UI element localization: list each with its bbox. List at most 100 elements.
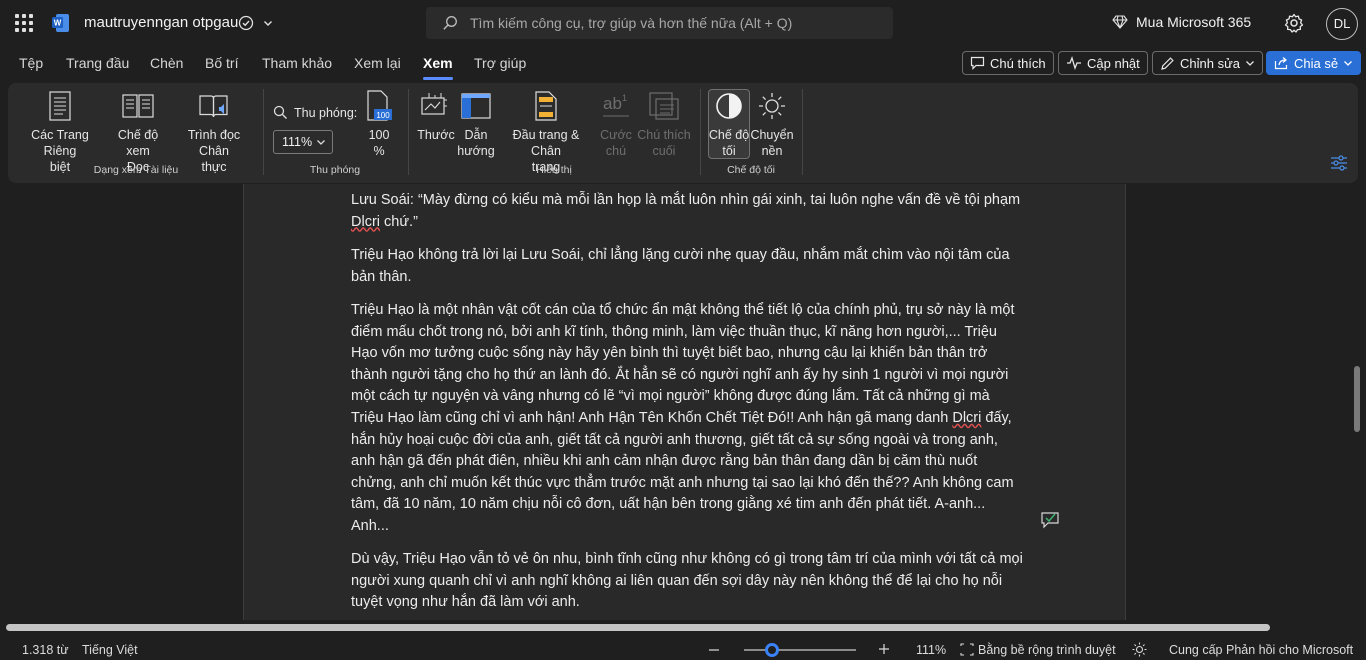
zoom-label-text: Thu phóng: <box>294 105 358 120</box>
immersive-view-button[interactable]: Các Trang Riêng biệt <box>16 89 104 175</box>
endnote-icon <box>649 92 679 120</box>
updates-label: Cập nhật <box>1087 55 1140 71</box>
paragraph-4[interactable]: Dù vậy, Triệu Hạo vẫn tỏ vẻ ôn nhu, bình… <box>351 549 1023 614</box>
header-footer-button[interactable]: Đầu trang & Chân trang <box>496 89 596 175</box>
paragraph-3-text-a: Triệu Hạo là một nhân vật cốt cán của tổ… <box>351 302 1015 426</box>
tab-help[interactable]: Trợ giúp <box>474 55 526 71</box>
magnifier-icon <box>273 105 287 119</box>
dark-mode-button[interactable]: Chế độ tối <box>708 89 750 159</box>
language-indicator[interactable]: Tiếng Việt <box>82 643 138 657</box>
chevron-down-icon[interactable] <box>262 17 274 29</box>
zoom-in-icon[interactable] <box>878 643 890 655</box>
spelling-error[interactable]: Dlcri <box>952 410 981 426</box>
endnotes-button[interactable]: Chú thích cuối <box>636 89 692 159</box>
hf-line1: Đầu trang & Chân <box>512 128 580 158</box>
paragraph-1-text-b: chứ.” <box>380 213 418 230</box>
zoom-slider[interactable] <box>744 643 856 657</box>
word-count[interactable]: 1.318 từ <box>22 643 69 657</box>
editing-mode-button[interactable]: Chỉnh sửa <box>1152 51 1264 75</box>
fit-width-icon <box>960 643 974 656</box>
svg-text:W: W <box>54 19 62 28</box>
svg-text:100: 100 <box>376 111 390 120</box>
footnotes-button[interactable]: ab 1 Cước chú <box>598 89 634 159</box>
tab-references[interactable]: Tham khảo <box>262 55 332 71</box>
zoom-value: 111% <box>282 135 313 149</box>
document-title[interactable]: mautruyenngan otpgau <box>84 14 238 31</box>
search-icon <box>443 16 457 30</box>
comments-button[interactable]: Chú thích <box>962 51 1054 75</box>
paragraph-3-text-b: đấy, hắn hủy hoại cuộc đời của anh, giết… <box>351 409 1014 534</box>
chevron-down-icon <box>1344 61 1353 66</box>
group-label-zoom: Thu phóng <box>309 164 361 176</box>
paragraph-3[interactable]: Triệu Hạo là một nhân vật cốt cán của tổ… <box>351 300 1023 538</box>
ruler-button[interactable]: Thước <box>416 89 456 143</box>
dark-line1: Chế độ <box>708 128 750 142</box>
switch-line2: nền <box>761 144 783 158</box>
document-canvas[interactable]: Lưu Soái: “Mày đừng có kiểu mà mỗi lần h… <box>0 184 1366 620</box>
navigation-pane-button[interactable]: Dẫn hướng <box>456 89 496 159</box>
comment-icon <box>970 56 985 70</box>
ribbon-options-icon[interactable] <box>1330 155 1348 171</box>
read-line1: Chế độ xem <box>117 128 159 158</box>
tab-insert[interactable]: Chèn <box>150 55 183 71</box>
navigation-pane-icon <box>461 93 491 119</box>
zoom-percent[interactable]: 111% <box>916 643 946 657</box>
updates-button[interactable]: Cập nhật <box>1058 51 1148 75</box>
share-icon <box>1274 57 1288 70</box>
share-button[interactable]: Chia sẻ <box>1266 51 1362 75</box>
paragraph-2[interactable]: Triệu Hạo không trả lời lại Lưu Soái, ch… <box>351 245 1023 288</box>
vertical-scrollbar[interactable] <box>1354 184 1360 620</box>
brightness-icon[interactable] <box>1132 642 1147 657</box>
end-line2: cuối <box>652 144 676 158</box>
foot-line2: chú <box>605 144 627 158</box>
gear-icon[interactable] <box>1284 13 1304 33</box>
immersive-line1: Các Trang Riêng <box>31 128 89 158</box>
tab-review[interactable]: Xem lại <box>354 55 401 71</box>
immersive-reader-button[interactable]: Trình đọc Chân thực <box>173 89 255 175</box>
reader-line1: Trình đọc Chân <box>187 128 241 158</box>
search-box[interactable]: Tìm kiếm công cụ, trợ giúp và hơn thế nữ… <box>426 7 893 39</box>
zoom-slider-handle[interactable] <box>765 643 779 657</box>
document-page[interactable]: Lưu Soái: “Mày đừng có kiểu mà mỗi lần h… <box>243 184 1126 620</box>
zoom-select[interactable]: 111% <box>273 130 333 154</box>
editing-label: Chỉnh sửa <box>1180 55 1241 71</box>
fit-width-button[interactable]: Bằng bề rộng trình duyệt <box>978 643 1116 657</box>
nav-line2: hướng <box>457 144 495 158</box>
zoom-100-icon: 100 <box>367 90 392 121</box>
tab-home[interactable]: Trang đầu <box>66 55 129 71</box>
nav-line1: Dẫn <box>464 128 488 142</box>
ruler-label: Thước <box>417 128 455 142</box>
chevron-down-icon <box>1246 61 1254 66</box>
zoom-100-button[interactable]: 100 100 % <box>362 89 396 159</box>
activity-icon <box>1067 56 1081 70</box>
ruler-icon <box>421 93 447 115</box>
comments-label: Chú thích <box>990 55 1046 71</box>
dark-mode-icon <box>716 93 742 119</box>
comment-marker-icon[interactable] <box>1040 511 1060 529</box>
tab-layout[interactable]: Bố trí <box>205 55 238 71</box>
svg-text:ab: ab <box>603 94 622 113</box>
group-label-dark-mode: Chế độ tối <box>727 164 775 176</box>
book-icon <box>122 94 154 118</box>
title-bar: W mautruyenngan otpgau Tìm kiếm công cụ,… <box>0 0 1366 46</box>
horizontal-scrollbar[interactable] <box>6 624 1270 631</box>
app-launcher-icon[interactable] <box>15 14 33 32</box>
immersive-reader-icon <box>199 95 228 118</box>
sun-icon <box>759 93 785 119</box>
paragraph-1[interactable]: Lưu Soái: “Mày đừng có kiểu mà mỗi lần h… <box>351 190 1023 233</box>
end-line1: Chú thích <box>637 128 691 142</box>
buy-microsoft-365-button[interactable]: Mua Microsoft 365 <box>1112 14 1251 30</box>
share-label: Chia sẻ <box>1294 55 1339 71</box>
tab-file[interactable]: Tệp <box>19 55 43 71</box>
zoom-out-icon[interactable] <box>708 644 720 656</box>
tab-view[interactable]: Xem <box>423 55 453 80</box>
switch-background-button[interactable]: Chuyển nền <box>750 89 794 159</box>
feedback-link[interactable]: Cung cấp Phản hồi cho Microsoft <box>1169 643 1353 657</box>
buy-label: Mua Microsoft 365 <box>1136 14 1252 30</box>
vertical-scroll-thumb[interactable] <box>1354 366 1360 432</box>
spelling-error[interactable]: Dlcri <box>351 214 380 230</box>
group-separator <box>263 89 264 175</box>
avatar[interactable]: DL <box>1326 8 1358 40</box>
read-mode-button[interactable]: Chế độ xem Đọc <box>105 89 171 175</box>
saved-status-icon[interactable] <box>238 15 254 31</box>
